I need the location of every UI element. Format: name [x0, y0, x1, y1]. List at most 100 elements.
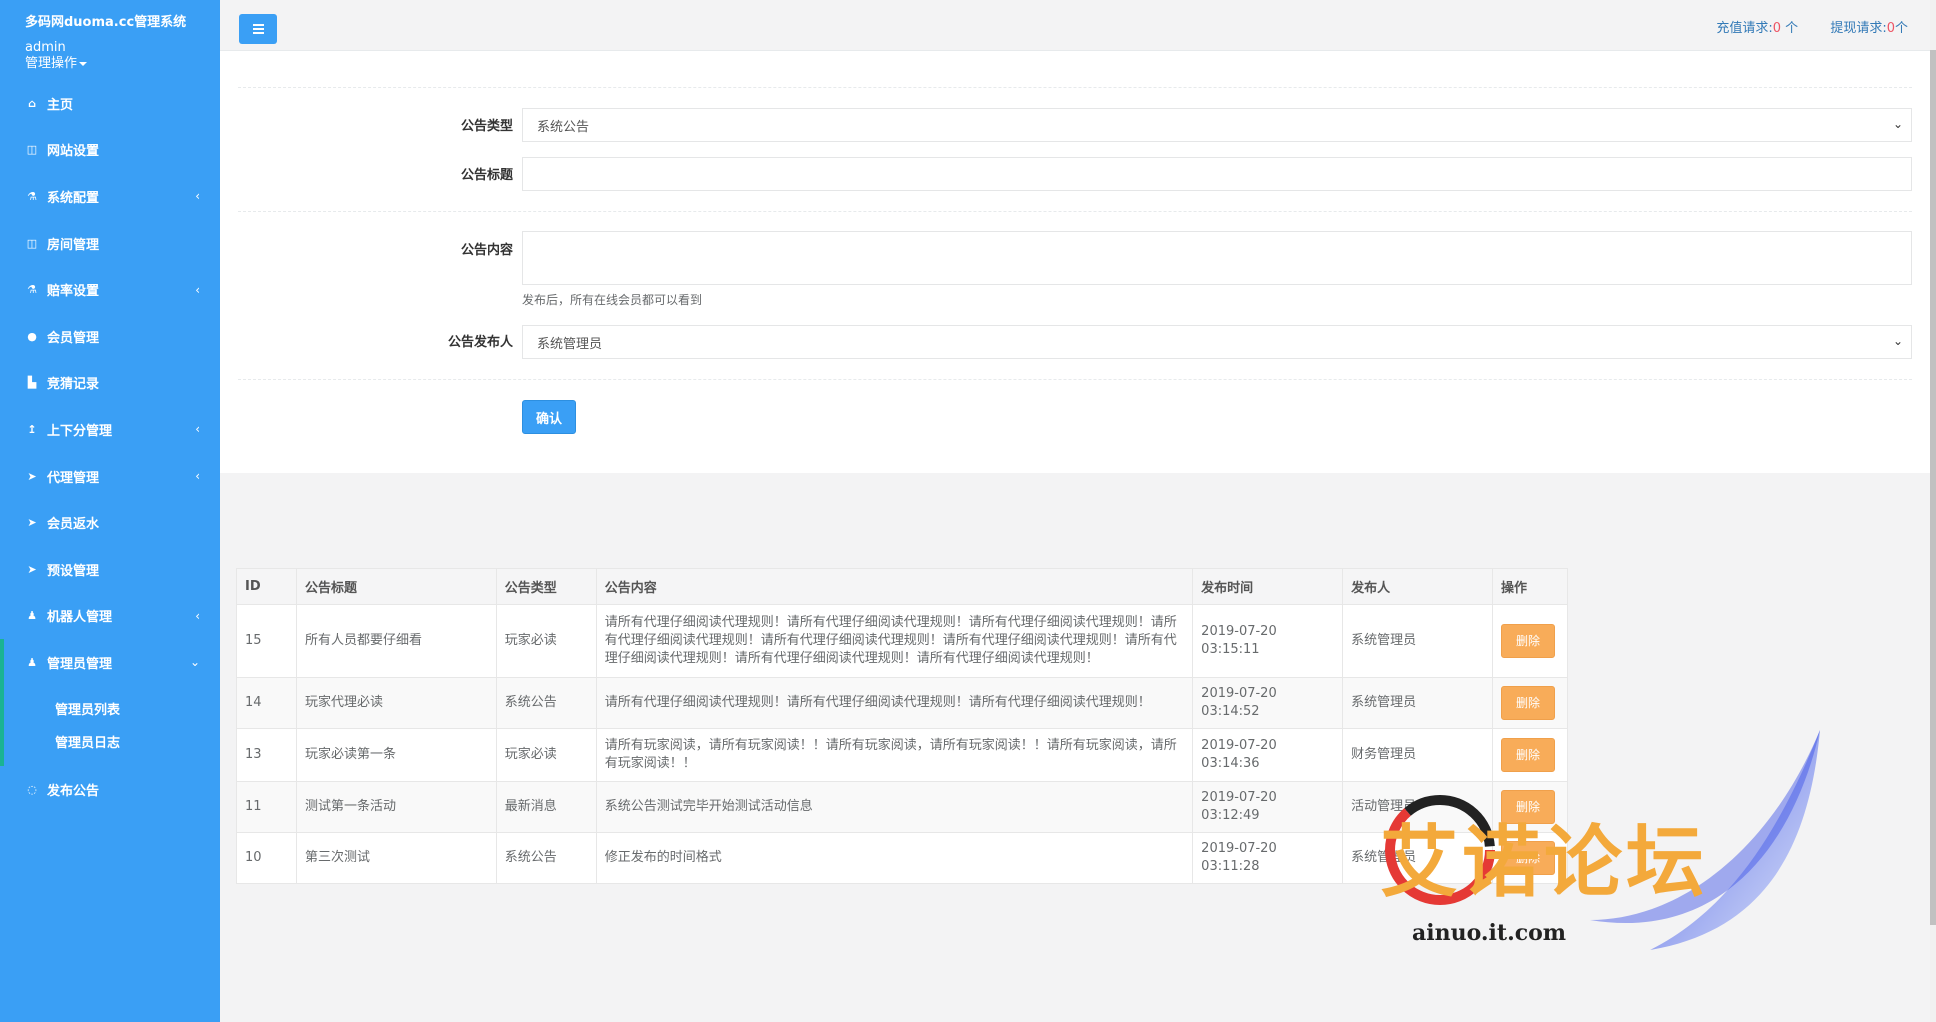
sidebar-item-robot-management[interactable]: ♟ 机器人管理 ‹ [0, 593, 220, 640]
cell-publisher: 活动管理员 [1342, 781, 1493, 833]
sidebar-item-label: 系统配置 [47, 190, 100, 206]
caret-down-icon [79, 61, 88, 66]
car-icon: ▙ [27, 376, 37, 390]
table-row: 10 第三次测试 系统公告 修正发布的时间格式 2019-07-20 03:11… [236, 832, 1569, 884]
chevron-left-icon: ‹ [195, 282, 200, 297]
columns-icon: ◫ [26, 236, 38, 250]
delete-button[interactable]: 删除 [1500, 686, 1555, 720]
type-select[interactable]: 系统公告 ⌄ [522, 108, 1912, 142]
cell-id: 15 [236, 604, 297, 678]
sidebar-item-member-management[interactable]: ● 会员管理 [0, 313, 220, 360]
withdraw-count: 0 [1886, 21, 1895, 36]
chevron-down-icon: ⌄ [189, 655, 200, 670]
sidebar-item-label: 预设管理 [47, 563, 100, 579]
column-header-type: 公告类型 [495, 568, 597, 605]
sidebar-item-member-rebate[interactable]: ➤ 会员返水 [0, 499, 220, 546]
sidebar-item-points-management[interactable]: ↥ 上下分管理 ‹ [0, 406, 220, 453]
sidebar-item-label: 管理员管理 [47, 656, 113, 672]
chevron-left-icon: ‹ [195, 189, 200, 204]
cell-id: 11 [236, 781, 297, 833]
sidebar-item-label: 代理管理 [47, 470, 100, 486]
publisher-select[interactable]: 系统管理员 ⌄ [522, 325, 1912, 359]
cell-title: 测试第一条活动 [295, 781, 497, 833]
table-row: 14 玩家代理必读 系统公告 请所有代理仔细阅读代理规则！请所有代理仔细阅读代理… [236, 677, 1569, 729]
comment-icon: ◌ [27, 782, 37, 796]
cell-content: 请所有代理仔细阅读代理规则！请所有代理仔细阅读代理规则！请所有代理仔细阅读代理规… [595, 604, 1194, 678]
user-icon: ● [27, 329, 37, 343]
cell-content: 修正发布的时间格式 [595, 832, 1194, 884]
sidebar-item-agent-management[interactable]: ➤ 代理管理 ‹ [0, 453, 220, 500]
sidebar-item-publish-notice[interactable]: ◌ 发布公告 [0, 766, 220, 813]
column-header-time: 发布时间 [1192, 568, 1344, 605]
confirm-button[interactable]: 确认 [522, 400, 576, 434]
cell-publisher: 系统管理员 [1342, 832, 1493, 884]
withdraw-unit: 个 [1894, 21, 1908, 36]
menu-bar-icon [252, 24, 264, 26]
withdraw-requests-link[interactable]: 提现请求:0个 [1830, 21, 1908, 36]
delete-button[interactable]: 删除 [1500, 738, 1555, 772]
sidebar-item-label: 上下分管理 [47, 423, 113, 439]
divider [238, 379, 1912, 380]
chevron-down-icon: ⌄ [1892, 334, 1903, 348]
scrollbar-thumb[interactable] [1930, 50, 1936, 925]
column-header-title: 公告标题 [295, 568, 497, 605]
cell-title: 所有人员都要仔细看 [295, 604, 497, 678]
menu-bar-icon [252, 28, 264, 30]
admin-submenu: 管理员列表 管理员日志 [0, 685, 220, 766]
sidebar-item-label: 竞猜记录 [47, 377, 100, 393]
title-input[interactable] [522, 157, 1912, 191]
sidebar-item-preset-management[interactable]: ➤ 预设管理 [0, 546, 220, 593]
column-header-action: 操作 [1491, 568, 1569, 605]
cell-id: 10 [236, 832, 297, 884]
content-help-text: 发布后，所有在线会员都可以看到 [522, 293, 703, 307]
recharge-count: 0 [1772, 21, 1782, 36]
cell-publisher: 财务管理员 [1342, 728, 1493, 782]
request-counters: 充值请求:0 个 提现请求:0个 [1688, 17, 1908, 36]
cell-time: 2019-07-20 03:14:36 [1192, 728, 1344, 782]
flask-icon: ⚗ [27, 283, 37, 297]
cell-time: 2019-07-20 03:14:52 [1192, 677, 1344, 729]
type-label: 公告类型 [460, 119, 513, 134]
admin-ops-label: 管理操作 [25, 56, 78, 71]
sidebar-item-label: 赔率设置 [47, 284, 100, 300]
sidebar-subitem-admin-log[interactable]: 管理员日志 [4, 727, 220, 760]
brand-title: 多码网duoma.cc管理系统 [25, 15, 187, 30]
sidebar-item-system-config[interactable]: ⚗ 系统配置 ‹ [0, 173, 220, 220]
sidebar-toggle-button[interactable] [239, 14, 277, 44]
sidebar-brand: 多码网duoma.cc管理系统 admin 管理操作 [0, 0, 220, 80]
cell-type: 玩家必读 [495, 604, 597, 678]
cell-action: 删除 [1491, 728, 1569, 782]
cell-type: 玩家必读 [495, 728, 597, 782]
sidebar-item-admin-management[interactable]: ♟ 管理员管理 ⌄ [0, 639, 220, 686]
recharge-label: 充值请求: [1716, 21, 1773, 36]
table-row: 15 所有人员都要仔细看 玩家必读 请所有代理仔细阅读代理规则！请所有代理仔细阅… [236, 604, 1569, 678]
sidebar-item-bet-records[interactable]: ▙ 竞猜记录 [0, 360, 220, 407]
flask-icon: ⚗ [27, 189, 37, 203]
sidebar-subitem-admin-list[interactable]: 管理员列表 [4, 694, 220, 727]
watermark-url: ainuo.it.com [1412, 920, 1567, 946]
menu-bar-icon [252, 32, 264, 34]
cell-content: 请所有玩家阅读，请所有玩家阅读！！请所有玩家阅读，请所有玩家阅读！！请所有玩家阅… [595, 728, 1194, 782]
chevron-left-icon: ‹ [195, 608, 200, 623]
chevron-left-icon: ‹ [195, 469, 200, 484]
recharge-requests-link[interactable]: 充值请求:0 个 [1716, 21, 1798, 36]
sidebar-item-home[interactable]: ⌂ 主页 [0, 80, 220, 127]
delete-button[interactable]: 删除 [1500, 624, 1555, 658]
delete-button[interactable]: 删除 [1500, 790, 1555, 824]
cell-content: 系统公告测试完毕开始测试活动信息 [595, 781, 1194, 833]
page-scrollbar[interactable] [1930, 0, 1936, 1022]
sidebar-item-site-settings[interactable]: ◫ 网站设置 [0, 127, 220, 174]
cell-type: 系统公告 [495, 832, 597, 884]
cell-time: 2019-07-20 03:11:28 [1192, 832, 1344, 884]
cell-action: 删除 [1491, 604, 1569, 678]
delete-button[interactable]: 删除 [1500, 841, 1555, 875]
cell-id: 14 [236, 677, 297, 729]
admin-ops-dropdown[interactable]: 管理操作 [25, 56, 220, 72]
cell-time: 2019-07-20 03:12:49 [1192, 781, 1344, 833]
sidebar: 多码网duoma.cc管理系统 admin 管理操作 ⌂ 主页 ◫ 网站设置 ⚗ 系统… [0, 0, 220, 1022]
content-textarea[interactable] [522, 231, 1912, 285]
chevron-left-icon: ‹ [195, 422, 200, 437]
notices-table: ID 公告标题 公告类型 公告内容 发布时间 发布人 操作 15 所有人员都要仔… [236, 568, 1569, 884]
sidebar-item-room-management[interactable]: ◫ 房间管理 [0, 220, 220, 267]
sidebar-item-odds-settings[interactable]: ⚗ 赔率设置 ‹ [0, 266, 220, 313]
